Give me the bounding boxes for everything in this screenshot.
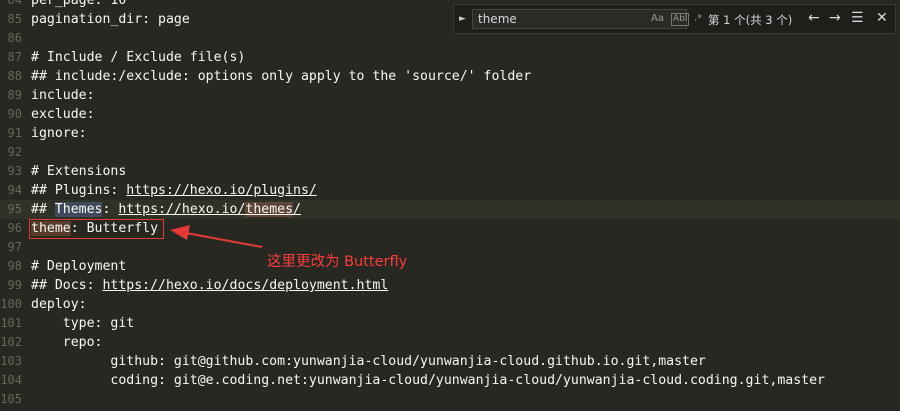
match-case-icon[interactable]: Aa <box>651 13 664 24</box>
expand-replace-icon[interactable]: ► <box>459 14 466 24</box>
next-match-icon[interactable]: → <box>829 10 841 26</box>
find-input[interactable] <box>478 11 623 27</box>
annotation-text: 这里更改为 Butterfly <box>267 254 408 270</box>
regex-icon[interactable]: .* <box>694 13 702 24</box>
find-panel: ► Aa Abl .* 第 1 个(共 3 个) ← → ☰ ✕ <box>453 4 896 34</box>
find-in-selection-icon[interactable]: ☰ <box>851 10 864 26</box>
previous-match-icon[interactable]: ← <box>808 10 820 26</box>
find-input-box[interactable]: Aa Abl .* <box>472 9 702 29</box>
match-count: 第 1 个(共 3 个) <box>708 13 793 27</box>
annotation-arrow-icon <box>170 225 263 248</box>
close-icon[interactable]: ✕ <box>876 10 888 26</box>
match-whole-word-icon[interactable]: Abl <box>671 13 690 26</box>
